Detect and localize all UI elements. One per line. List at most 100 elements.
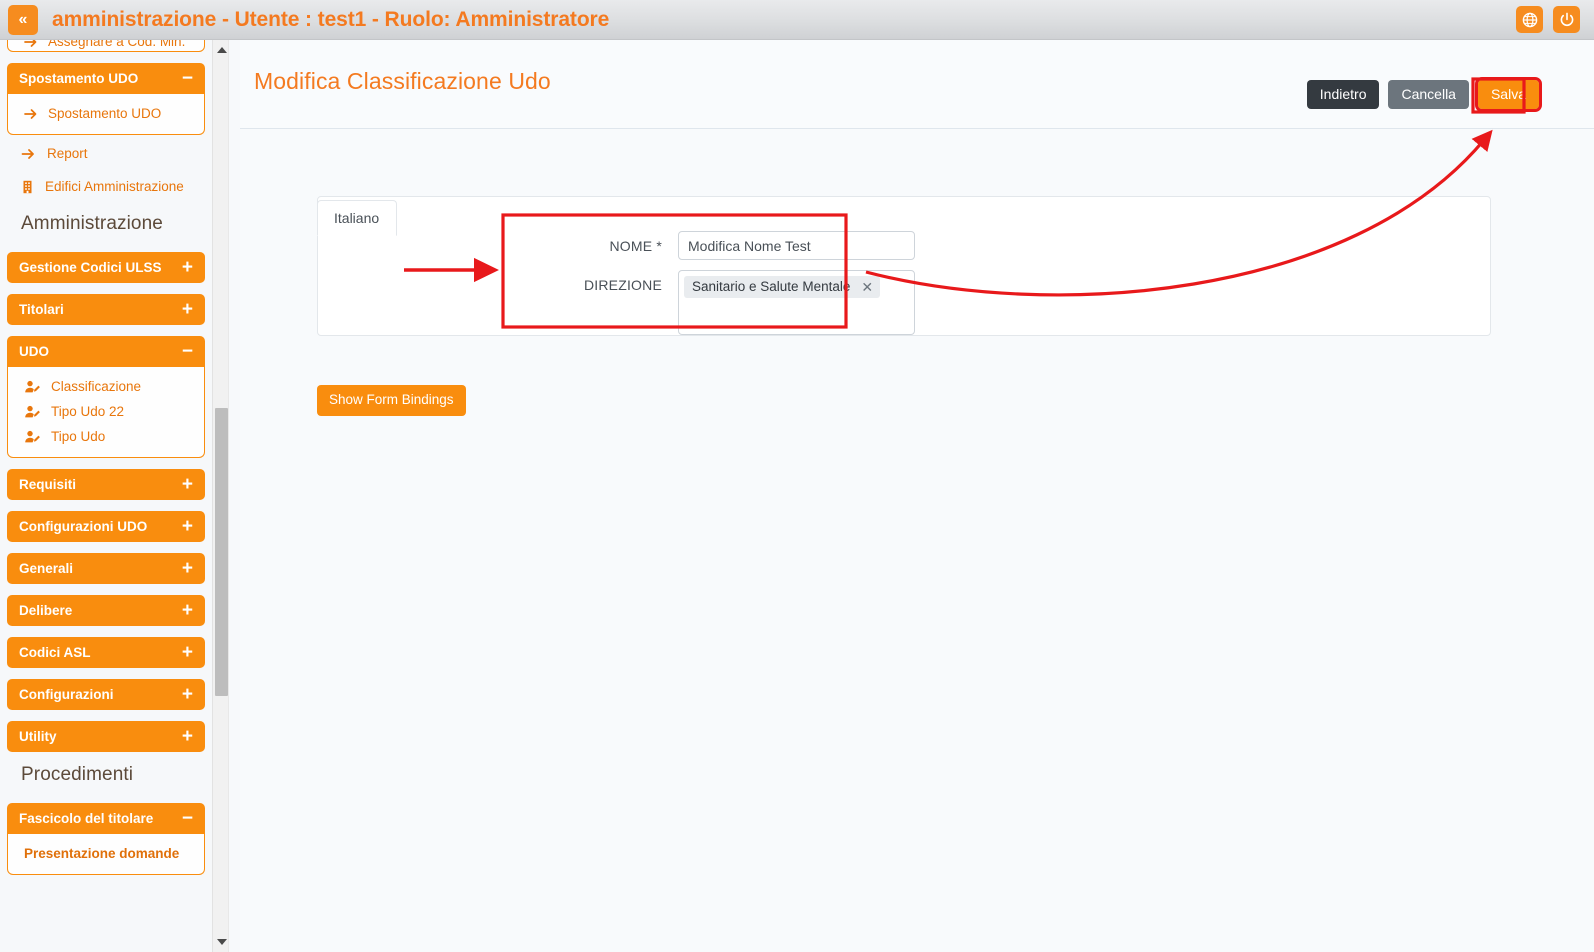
sidebar-item-label: Assegnare a Cod. Min.: [48, 40, 186, 49]
sidebar-group-label: Delibere: [19, 603, 73, 618]
user-edit-icon: [24, 380, 41, 394]
sidebar-scroll-thumb[interactable]: [215, 408, 228, 696]
sidebar-group-codici-asl[interactable]: Codici ASL +: [7, 637, 205, 668]
sidebar-group-utility[interactable]: Utility +: [7, 721, 205, 752]
sidebar-item-label: Classificazione: [51, 379, 142, 394]
sidebar-group-label: Generali: [19, 561, 74, 576]
nome-input[interactable]: [678, 231, 915, 260]
sidebar-group-udo[interactable]: UDO −: [7, 336, 205, 367]
sidebar-section-amministrazione: Amministrazione: [21, 213, 163, 234]
back-button[interactable]: Indietro: [1306, 80, 1380, 109]
sidebar-group-body-spostamento-udo: Spostamento UDO: [7, 94, 205, 135]
sidebar-item-spostamento-udo[interactable]: Spostamento UDO: [8, 101, 204, 126]
logout-power-button[interactable]: [1553, 6, 1580, 33]
sidebar-group-gestione-codici-ulss[interactable]: Gestione Codici ULSS +: [7, 252, 205, 283]
top-header-bar: « amministrazione - Utente : test1 - Ruo…: [0, 0, 1594, 40]
sidebar-item-edifici-amministrazione[interactable]: Edifici Amministrazione: [7, 172, 205, 201]
sidebar-item-tipo-udo-22[interactable]: Tipo Udo 22: [8, 399, 204, 424]
nome-label: NOME *: [609, 238, 662, 254]
language-globe-button[interactable]: [1516, 6, 1543, 33]
sidebar-item-classificazione[interactable]: Classificazione: [8, 374, 204, 399]
sidebar-collapse-button[interactable]: «: [8, 4, 38, 35]
field-row-nome: NOME *: [580, 231, 920, 260]
close-x-icon[interactable]: ✕: [861, 280, 873, 294]
sidebar-item-label: Presentazione domande: [24, 846, 180, 861]
sidebar-item-label: Tipo Udo 22: [51, 404, 125, 419]
expand-plus-icon: +: [181, 474, 193, 495]
expand-plus-icon: +: [181, 726, 193, 747]
sidebar-item-presentazione-domande[interactable]: Presentazione domande: [8, 841, 204, 866]
user-edit-icon: [24, 430, 41, 444]
header-actions: [1516, 6, 1580, 33]
scroll-up-arrow-icon[interactable]: [213, 42, 230, 58]
sidebar-group-label: Utility: [19, 729, 57, 744]
sidebar-group-label: Gestione Codici ULSS: [19, 260, 162, 275]
sidebar-subitem[interactable]: Assegnare a Cod. Min.: [8, 40, 195, 51]
sidebar-group-body-udo: Classificazione Tipo Udo 22 Tipo Udo: [7, 367, 205, 458]
page-action-buttons: Indietro Cancella Salva: [1306, 77, 1543, 112]
collapse-minus-icon: −: [181, 68, 193, 89]
main-content: Modifica Classificazione Udo Indietro Ca…: [240, 40, 1594, 952]
expand-plus-icon: +: [181, 684, 193, 705]
scroll-down-arrow-icon[interactable]: [213, 934, 230, 950]
form-fields: NOME * DIREZIONE Sanitario e Salute Ment…: [580, 231, 920, 345]
content-left-gutter: [231, 40, 240, 952]
sidebar-group-generali[interactable]: Generali +: [7, 553, 205, 584]
sidebar-section-procedimenti: Procedimenti: [21, 764, 134, 785]
sidebar-group-configurazioni-udo[interactable]: Configurazioni UDO +: [7, 511, 205, 542]
expand-plus-icon: +: [181, 257, 193, 278]
page-title-header: amministrazione - Utente : test1 - Ruolo…: [52, 7, 610, 31]
sidebar-group-requisiti[interactable]: Requisiti +: [7, 469, 205, 500]
sidebar-group-label: UDO: [19, 344, 49, 359]
expand-plus-icon: +: [181, 558, 193, 579]
sidebar-item-report[interactable]: Report: [7, 139, 205, 168]
sidebar-group-label: Configurazioni UDO: [19, 519, 148, 534]
expand-plus-icon: +: [181, 642, 193, 663]
double-chevron-left-icon: «: [18, 10, 28, 28]
sidebar-navigation[interactable]: Assegnare a Cod. Min. Spostamento UDO − …: [0, 40, 212, 952]
power-icon: [1560, 12, 1573, 26]
direzione-label: DIREZIONE: [583, 277, 662, 293]
arrow-right-icon: [21, 148, 36, 160]
expand-plus-icon: +: [181, 299, 193, 320]
expand-plus-icon: +: [181, 600, 193, 621]
arrow-right-icon: [24, 40, 38, 48]
tab-label: Italiano: [334, 210, 380, 226]
globe-icon: [1522, 12, 1537, 27]
save-button[interactable]: Salva: [1474, 77, 1543, 112]
form-panel: NOME * DIREZIONE Sanitario e Salute Ment…: [317, 196, 1491, 336]
expand-plus-icon: +: [181, 516, 193, 537]
sidebar-group-label: Spostamento UDO: [19, 71, 139, 86]
show-form-bindings-button[interactable]: Show Form Bindings: [317, 385, 466, 416]
page-title: Modifica Classificazione Udo: [254, 68, 551, 94]
sidebar-scrollbar[interactable]: [212, 40, 229, 952]
sidebar-item-label: Spostamento UDO: [48, 106, 162, 121]
building-icon: [21, 180, 34, 194]
direzione-chip[interactable]: Sanitario e Salute Mentale ✕: [684, 276, 881, 298]
sidebar-item-assegnare-cod-min[interactable]: Assegnare a Cod. Min.: [7, 40, 205, 52]
sidebar-item-tipo-udo[interactable]: Tipo Udo: [8, 424, 204, 449]
sidebar-group-configurazioni[interactable]: Configurazioni +: [7, 679, 205, 710]
user-edit-icon: [24, 405, 41, 419]
direzione-multiselect[interactable]: Sanitario e Salute Mentale ✕: [678, 270, 915, 335]
sidebar-group-label: Configurazioni: [19, 687, 114, 702]
sidebar-group-label: Titolari: [19, 302, 64, 317]
sidebar-group-body-fascicolo: Presentazione domande: [7, 834, 205, 875]
page-header: Modifica Classificazione Udo Indietro Ca…: [240, 40, 1594, 129]
collapse-minus-icon: −: [181, 341, 193, 362]
sidebar-group-label: Fascicolo del titolare: [19, 811, 154, 826]
sidebar-item-label: Report: [47, 146, 88, 161]
sidebar-group-label: Codici ASL: [19, 645, 91, 660]
sidebar-item-label: Tipo Udo: [51, 429, 106, 444]
sidebar-group-delibere[interactable]: Delibere +: [7, 595, 205, 626]
sidebar-group-label: Requisiti: [19, 477, 77, 492]
sidebar-item-label: Edifici Amministrazione: [45, 179, 184, 194]
collapse-minus-icon: −: [181, 808, 193, 829]
arrow-right-icon: [24, 108, 38, 120]
tab-italiano[interactable]: Italiano: [317, 200, 397, 236]
sidebar-group-titolari[interactable]: Titolari +: [7, 294, 205, 325]
sidebar-group-spostamento-udo[interactable]: Spostamento UDO −: [7, 63, 205, 94]
cancel-button[interactable]: Cancella: [1388, 80, 1469, 109]
sidebar-group-fascicolo-del-titolare[interactable]: Fascicolo del titolare −: [7, 803, 205, 834]
chip-label: Sanitario e Salute Mentale: [692, 279, 851, 294]
